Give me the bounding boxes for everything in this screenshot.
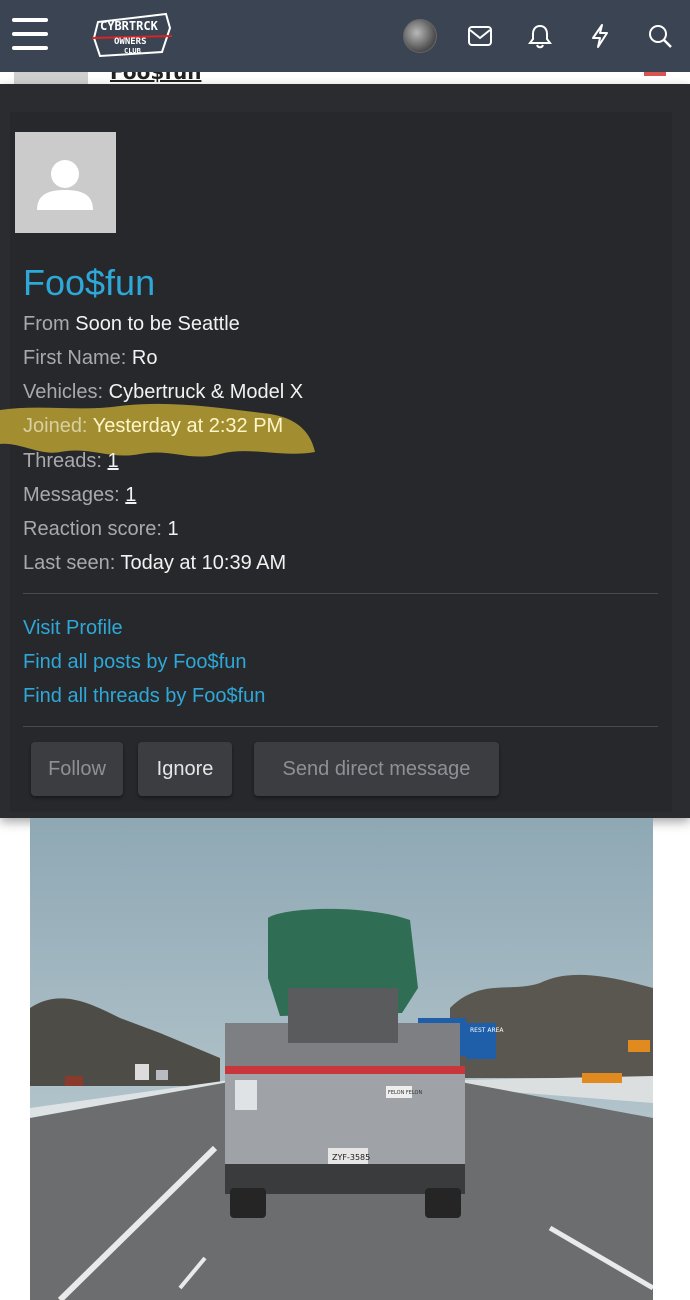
bolt-icon — [592, 24, 608, 48]
member-avatar[interactable] — [15, 132, 116, 233]
mail-icon — [468, 26, 492, 46]
member-messages: Messages: 1 — [23, 484, 137, 506]
ignore-button[interactable]: Ignore — [138, 742, 232, 796]
divider — [23, 593, 658, 594]
site-logo[interactable]: CYBRTRCK OWNERS CLUB — [92, 8, 172, 60]
svg-text:CLUB: CLUB — [124, 47, 141, 55]
find-posts-link[interactable]: Find all posts by Foo$fun — [23, 651, 246, 674]
account-avatar-button[interactable] — [390, 0, 450, 72]
whats-new-button[interactable] — [570, 0, 630, 72]
divider — [23, 726, 658, 727]
status-badge — [644, 72, 666, 76]
find-threads-link[interactable]: Find all threads by Foo$fun — [23, 685, 265, 708]
svg-text:REST AREA: REST AREA — [470, 1027, 504, 1034]
hamburger-menu-icon[interactable] — [12, 18, 48, 50]
avatar — [403, 19, 437, 53]
svg-text:ZYF-3585: ZYF-3585 — [332, 1153, 370, 1162]
threads-count-link[interactable]: 1 — [108, 450, 119, 472]
conversations-button[interactable] — [450, 0, 510, 72]
member-last-seen: Last seen: Today at 10:39 AM — [23, 552, 287, 574]
member-joined: Joined: Yesterday at 2:32 PM — [23, 415, 284, 437]
search-button[interactable] — [630, 0, 690, 72]
post-photo-cybertruck-highway[interactable]: REST AREA FELON FELON ZYF-3585 — [30, 818, 653, 1300]
svg-text:OWNERS: OWNERS — [114, 37, 147, 47]
visit-profile-link[interactable]: Visit Profile — [23, 617, 123, 640]
bell-icon — [528, 24, 552, 49]
background-username: Foo$fun — [110, 72, 202, 84]
member-reaction-score: Reaction score: 1 — [23, 518, 179, 540]
member-first-name: First Name: Ro — [23, 347, 158, 369]
svg-text:FELON FELON: FELON FELON — [388, 1090, 422, 1096]
member-location: From Soon to be Seattle — [23, 313, 240, 335]
default-user-icon — [37, 160, 93, 210]
svg-text:CYBRTRCK: CYBRTRCK — [100, 19, 159, 33]
member-username[interactable]: Foo$fun — [23, 262, 155, 304]
messages-count-link[interactable]: 1 — [125, 484, 136, 506]
search-icon — [649, 25, 672, 48]
member-threads: Threads: 1 — [23, 450, 119, 472]
follow-button[interactable]: Follow — [31, 742, 123, 796]
top-navigation-bar: CYBRTRCK OWNERS CLUB — [0, 0, 690, 72]
send-direct-message-button[interactable]: Send direct message — [254, 742, 499, 796]
alerts-button[interactable] — [510, 0, 570, 72]
